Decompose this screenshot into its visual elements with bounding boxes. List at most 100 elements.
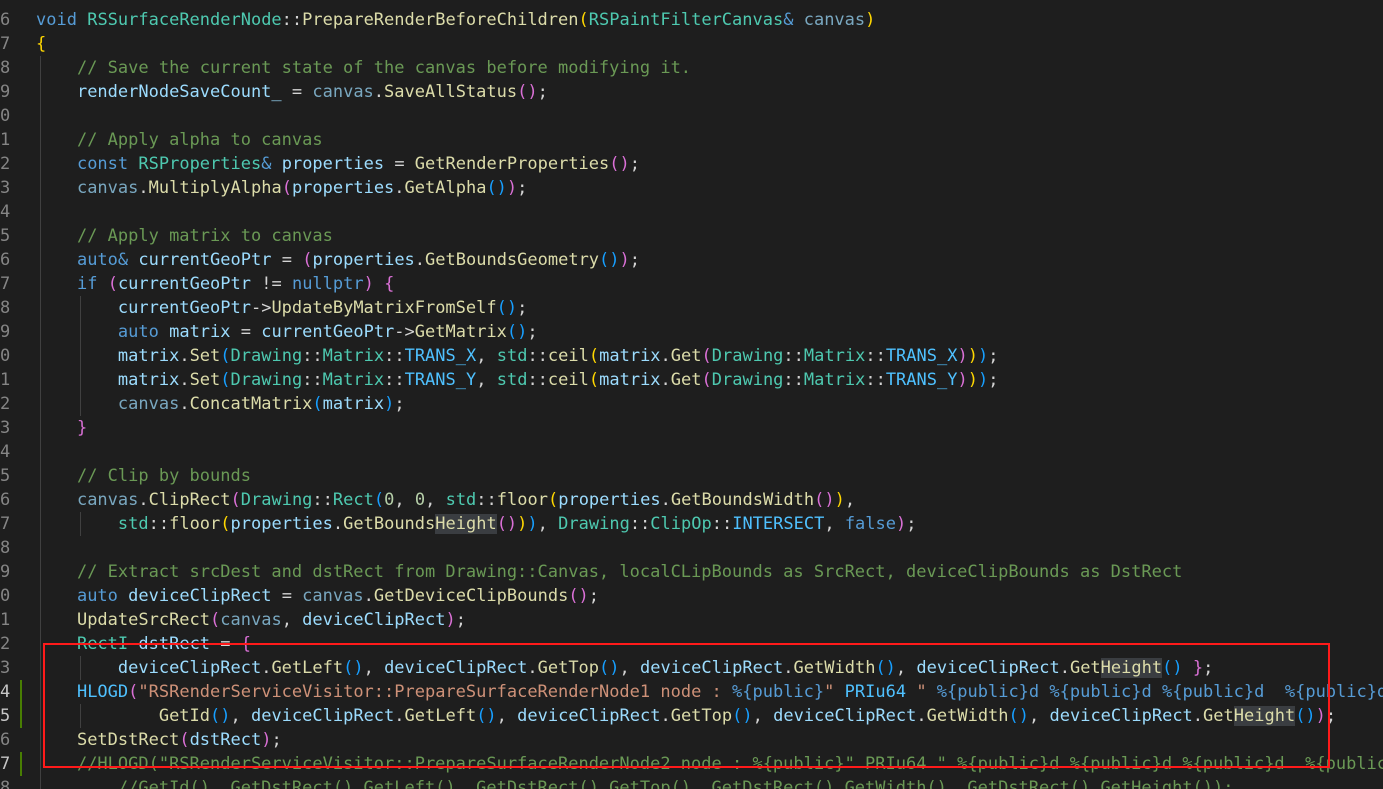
code-token: = xyxy=(271,586,303,606)
code-token: ( xyxy=(302,250,313,270)
code-token: . xyxy=(179,394,190,414)
code-line[interactable]: 6 canvas.ClipRect(Drawing::Rect(0, 0, st… xyxy=(0,488,1383,512)
line-number: 7 xyxy=(0,34,11,54)
line-number: 3 xyxy=(0,418,11,438)
code-token: & xyxy=(117,250,129,270)
code-line[interactable]: 0 xyxy=(0,104,1383,128)
code-line[interactable]: 5 // Apply matrix to canvas xyxy=(0,224,1383,248)
code-token: canvas xyxy=(312,82,374,102)
code-line[interactable]: 6 SetDstRect(dstRect); xyxy=(0,728,1383,752)
code-token: ( xyxy=(701,370,712,390)
code-token: //GetId(), GetDstRect().GetLeft(), GetDs… xyxy=(76,778,1234,789)
code-token: ( xyxy=(281,178,292,198)
code-token: properties xyxy=(291,178,395,198)
code-line[interactable]: 7{ xyxy=(0,32,1383,56)
code-token: . xyxy=(373,82,385,102)
code-token: :: xyxy=(148,514,170,534)
code-token: nullptr xyxy=(291,274,364,294)
code-line[interactable]: 0 matrix.Set(Drawing::Matrix::TRANS_X, s… xyxy=(0,344,1383,368)
code-token: floor xyxy=(169,514,221,534)
code-token: // Apply matrix to canvas xyxy=(76,226,333,246)
code-line[interactable]: 7 //HLOGD("RSRenderServiceVisitor::Prepa… xyxy=(0,752,1383,776)
code-line[interactable]: 8 currentGeoPtr->UpdateByMatrixFromSelf(… xyxy=(0,296,1383,320)
line-number: 5 xyxy=(0,706,11,726)
code-token: ( xyxy=(588,370,600,390)
code-line[interactable]: 8 xyxy=(0,536,1383,560)
code-line[interactable]: 2 const RSProperties& properties = GetRe… xyxy=(0,152,1383,176)
code-line[interactable]: 8 // Save the current state of the canva… xyxy=(0,56,1383,80)
code-token: :: xyxy=(629,514,651,534)
code-line[interactable]: 7 std::floor(properties.GetBoundsHeight(… xyxy=(0,512,1383,536)
code-line[interactable]: 5 // Clip by bounds xyxy=(0,464,1383,488)
code-token: ( xyxy=(220,370,231,390)
line-number: 2 xyxy=(0,154,11,174)
code-editor[interactable]: 6 void RSSurfaceRenderNode::PrepareRender… xyxy=(0,0,1383,789)
code-token: GetTop xyxy=(537,658,600,678)
code-line[interactable]: 9 // Extract srcDest and dstRect from Dr… xyxy=(0,560,1383,584)
code-line[interactable]: 4 xyxy=(0,200,1383,224)
code-token: %{public}d xyxy=(936,682,1040,702)
line-number: 0 xyxy=(0,586,11,606)
code-token: canvas xyxy=(117,394,180,414)
code-token: Height xyxy=(1100,658,1163,678)
code-token: properties xyxy=(230,514,333,534)
code-token: :: xyxy=(302,346,323,366)
code-token: canvas xyxy=(220,610,282,630)
code-token: properties xyxy=(558,490,661,510)
code-token: PrepareRenderBeforeChildren xyxy=(302,10,579,30)
code-token: deviceClipRect xyxy=(128,586,272,606)
indent-guide xyxy=(40,200,41,224)
code-token: , xyxy=(394,490,415,510)
code-token: ( xyxy=(578,10,589,30)
code-token: //HLOGD("RSRenderServiceVisitor::Prepare… xyxy=(76,754,1383,774)
code-token: ; xyxy=(455,610,466,630)
code-line[interactable]: 4 HLOGD("RSRenderServiceVisitor::Prepare… xyxy=(0,680,1383,704)
code-line[interactable]: 1 UpdateSrcRect(canvas, deviceClipRect); xyxy=(0,608,1383,632)
code-token: " xyxy=(824,682,835,702)
code-line[interactable]: 6 auto& currentGeoPtr = (properties.GetB… xyxy=(0,248,1383,272)
code-token: . xyxy=(138,178,149,198)
code-token: dstRect xyxy=(189,730,262,750)
line-number: 8 xyxy=(0,298,11,318)
code-line[interactable]: 5 GetId(), deviceClipRect.GetLeft(), dev… xyxy=(0,704,1383,728)
code-line[interactable]: 1 matrix.Set(Drawing::Matrix::TRANS_Y, s… xyxy=(0,368,1383,392)
code-token: :: xyxy=(527,370,548,390)
code-line[interactable]: 2 RectI dstRect = { xyxy=(0,632,1383,656)
code-line[interactable]: 4 xyxy=(0,440,1383,464)
code-line[interactable]: 3 } xyxy=(0,416,1383,440)
code-token: Drawing xyxy=(711,346,784,366)
code-token: void xyxy=(36,10,77,30)
code-token: deviceClipRect xyxy=(117,658,262,678)
code-token: ) xyxy=(896,514,907,534)
code-token: GetDeviceClipBounds xyxy=(373,586,569,606)
code-line[interactable]: 9 renderNodeSaveCount_ = canvas.SaveAllS… xyxy=(0,80,1383,104)
code-line[interactable]: 8 //GetId(), GetDstRect().GetLeft(), Get… xyxy=(0,776,1383,789)
code-token: floor xyxy=(496,490,548,510)
code-line[interactable]: 6 void RSSurfaceRenderNode::PrepareRender… xyxy=(0,8,1383,32)
code-line[interactable]: 3 canvas.MultiplyAlpha(properties.GetAlp… xyxy=(0,176,1383,200)
code-line[interactable]: 9 auto matrix = currentGeoPtr->GetMatrix… xyxy=(0,320,1383,344)
code-token: , xyxy=(537,514,559,534)
code-token: ) xyxy=(384,394,395,414)
code-line[interactable]: 2 canvas.ConcatMatrix(matrix); xyxy=(0,392,1383,416)
line-number: 4 xyxy=(0,682,11,702)
code-line[interactable]: 3 deviceClipRect.GetLeft(), deviceClipRe… xyxy=(0,656,1383,680)
code-line[interactable]: 7 if (currentGeoPtr != nullptr) { xyxy=(0,272,1383,296)
code-token: deviceClipRect xyxy=(773,706,917,726)
code-token: ( xyxy=(179,730,190,750)
code-token: = xyxy=(271,250,303,270)
code-line[interactable]: 0 auto deviceClipRect = canvas.GetDevice… xyxy=(0,584,1383,608)
code-text: matrix.Set(Drawing::Matrix::TRANS_Y, std… xyxy=(36,368,999,392)
code-token: . xyxy=(261,658,272,678)
code-token: -> xyxy=(250,298,272,318)
line-number: 3 xyxy=(0,658,11,678)
code-token: () xyxy=(210,706,231,726)
code-token: , xyxy=(824,514,845,534)
modified-line-marker xyxy=(20,680,22,704)
code-line[interactable]: 1 // Apply alpha to canvas xyxy=(0,128,1383,152)
code-token: Height xyxy=(1233,706,1296,726)
